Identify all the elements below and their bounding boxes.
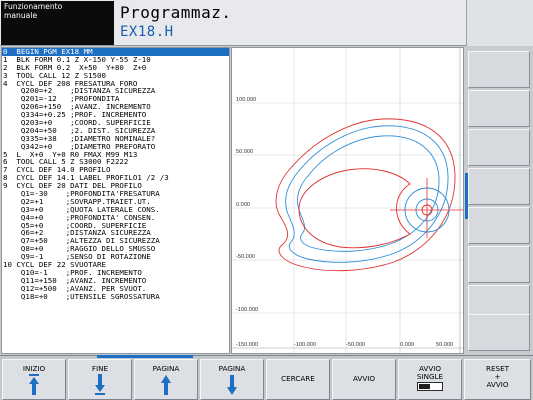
contour-plot: 100.000 50.000 0.000 -50.000 -100.000 -1…	[232, 48, 463, 353]
softkey-search[interactable]: CERCARE	[266, 359, 330, 400]
arrow-up-bar-icon	[29, 374, 39, 395]
softkey-start-run-label: AVVIO	[352, 374, 376, 383]
vertical-softkey-6[interactable]	[468, 246, 530, 283]
vertical-softkey-4[interactable]	[468, 168, 530, 205]
y-label-minus100: -100.000	[236, 307, 258, 313]
softkey-start-label: INIZIO	[22, 364, 46, 373]
softkey-single-label-2: SINGLE	[416, 372, 444, 381]
axis-ticks	[232, 48, 463, 353]
softkey-bar: INIZIO FINE PAGINA PAGINA CERCARE AVVIO …	[0, 355, 533, 400]
operating-mode-box[interactable]: Funzionamento manuale	[1, 1, 114, 45]
mode-label-line1: Funzionamento	[4, 2, 63, 11]
toggle-switch-icon	[417, 382, 443, 391]
y-label-minus50: -50.000	[236, 254, 255, 260]
arrow-down-icon	[227, 375, 237, 395]
header-bar: Funzionamento manuale Programmaz. EX18.H	[0, 0, 533, 46]
softkey-start[interactable]: INIZIO	[2, 359, 66, 400]
grid-lines	[232, 48, 463, 353]
arrow-down-bar-icon	[95, 374, 105, 395]
x-label-minus100: -100.000	[294, 342, 316, 348]
program-filename: EX18.H	[120, 24, 174, 40]
y-label-100: 100.000	[236, 97, 256, 103]
arrow-up-icon	[161, 375, 171, 395]
header-status-panel	[466, 0, 533, 46]
graphic-preview: 100.000 50.000 0.000 -50.000 -100.000 -1…	[231, 47, 464, 354]
program-line[interactable]: Q18=+0 ;UTENSILE SGROSSATURA	[2, 292, 229, 301]
blue-toolpath-2	[297, 135, 440, 252]
vertical-softkey-1[interactable]	[468, 51, 530, 88]
vertical-softkey-2[interactable]	[468, 90, 530, 127]
softkey-page-down-label: PAGINA	[218, 364, 246, 373]
softkey-reset-label-3: AVVIO	[486, 380, 509, 389]
softkey-page-down[interactable]: PAGINA	[200, 359, 264, 400]
softkey-reset-start[interactable]: RESET + AVVIO	[464, 359, 531, 400]
softkey-start-run[interactable]: AVVIO	[332, 359, 396, 400]
mode-label-line2: manuale	[4, 11, 38, 20]
y-label-50: 50.000	[236, 149, 253, 155]
x-label-minus150: -150.000	[236, 342, 258, 348]
y-label-0: 0.000	[236, 202, 250, 208]
x-label-0: 0.000	[400, 342, 414, 348]
softkey-page-up[interactable]: PAGINA	[134, 359, 198, 400]
x-label-50: 50.000	[436, 342, 453, 348]
vertical-softkey-panel	[465, 47, 533, 354]
program-listing[interactable]: 0 BEGIN PGM EX18 MM 1 BLK FORM 0.1 Z X-15…	[1, 47, 230, 354]
softkey-end[interactable]: FINE	[68, 359, 132, 400]
x-label-minus50: -50.000	[346, 342, 365, 348]
softkey-search-label: CERCARE	[281, 374, 315, 383]
softkey-level-indicator	[97, 355, 193, 358]
vertical-softkey-8[interactable]	[468, 314, 530, 351]
page-title: Programmaz.	[120, 3, 232, 22]
vertical-softkey-3[interactable]	[468, 129, 530, 166]
softkey-end-label: FINE	[91, 364, 109, 373]
softkey-page-up-label: PAGINA	[152, 364, 180, 373]
vertical-softkey-5[interactable]	[468, 207, 530, 244]
softkey-single-start[interactable]: AVVIO SINGLE	[398, 359, 462, 400]
